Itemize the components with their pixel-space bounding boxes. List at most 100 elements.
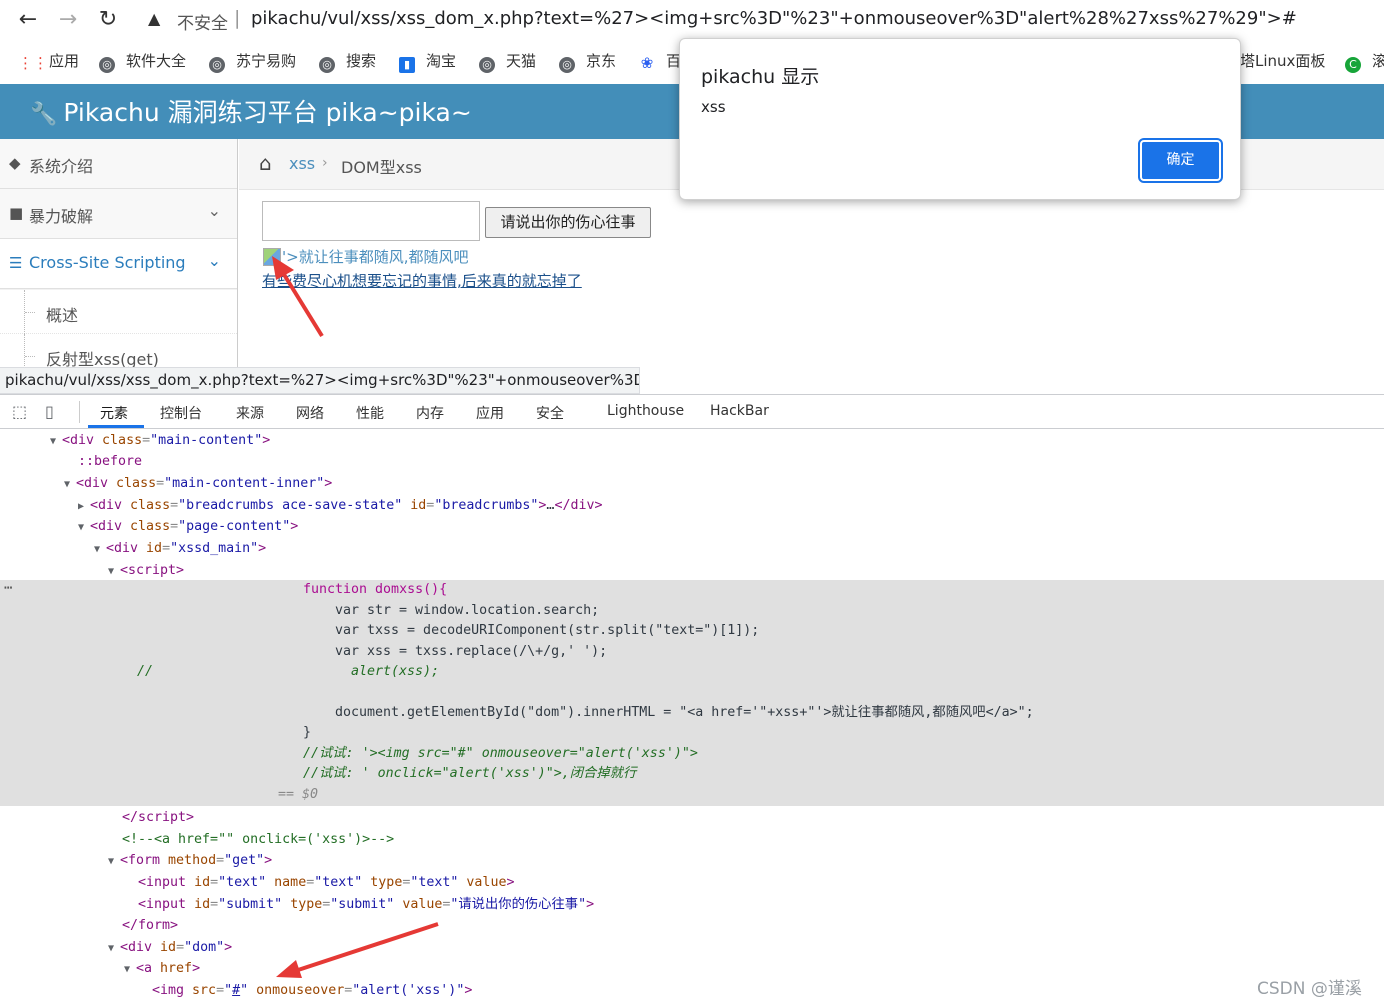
back-arrow-icon[interactable]: ← — [14, 6, 42, 34]
attr-value: text — [322, 875, 355, 890]
attr-value: dom — [192, 940, 217, 955]
bookmark-item[interactable]: ◎ 天猫 — [479, 50, 536, 73]
dom-node-input-submit[interactable]: <input id="submit" type="submit" value="… — [0, 894, 1384, 915]
expand-triangle-icon[interactable]: ▼ — [78, 517, 90, 538]
home-icon[interactable]: ⌂ — [259, 151, 272, 175]
js-line: //试试: ' onclick="alert('xss')">,闭合掉就行 — [0, 764, 1384, 784]
expand-triangle-icon[interactable]: ▼ — [94, 539, 106, 560]
tab-hackbar[interactable]: HackBar — [710, 403, 769, 419]
bookmark-item[interactable]: C滚 — [1345, 50, 1384, 73]
app-title-text: Pikachu 漏洞练习平台 pika~pika~ — [63, 98, 472, 127]
warning-icon[interactable]: ▲ — [148, 9, 160, 28]
attr-value[interactable]: # — [232, 983, 240, 998]
tab-network[interactable]: 网络 — [296, 403, 324, 423]
device-toolbar-icon[interactable]: ▯ — [45, 402, 54, 421]
bookmark-item[interactable]: ◎ 搜索 — [319, 50, 376, 73]
tab-console[interactable]: 控制台 — [160, 403, 202, 423]
selected-script-node[interactable]: ⋯ function domxss(){ var str = window.lo… — [0, 580, 1384, 806]
attr-value: breadcrumbs — [442, 498, 531, 513]
attr-value: text — [418, 875, 451, 890]
inspect-element-icon[interactable]: ⬚ — [12, 402, 27, 421]
tab-application[interactable]: 应用 — [476, 403, 504, 423]
tag-icon: ◆ — [9, 154, 21, 172]
address-bar[interactable]: pikachu/vul/xss/xss_dom_x.php?text=%27><… — [251, 8, 1297, 29]
dom-node-div-dom[interactable]: ▼ <div id="dom"> — [0, 937, 1384, 958]
js-line: var str = window.location.search; — [0, 601, 1384, 621]
dom-tree: ▼ <div class="main-content"> ::before ▼ <d… — [0, 429, 1384, 1006]
wrench-icon: 🔧 — [30, 102, 58, 127]
dom-node-page-content[interactable]: ▼ <div class="page-content"> — [0, 516, 1384, 537]
dom-node-form-close[interactable]: </form> — [0, 915, 1384, 936]
js-line: // alert(xss); — [0, 662, 1384, 682]
bookmark-item[interactable]: ◎ 软件大全 — [99, 50, 186, 73]
expand-triangle-icon[interactable]: ▼ — [108, 851, 120, 872]
dom-link-secondary[interactable]: 有些费尽心机想要忘记的事情,后来真的就忘掉了 — [262, 270, 582, 291]
submit-button[interactable]: 请说出你的伤心往事 — [485, 207, 651, 238]
tab-security[interactable]: 安全 — [536, 403, 564, 423]
dom-node-main-content-inner[interactable]: ▼ <div class="main-content-inner"> — [0, 473, 1384, 494]
bookmark-item[interactable]: ❀ 百 — [639, 50, 681, 72]
dom-node-script-close[interactable]: </script> — [0, 807, 1384, 828]
js-line: function domxss(){ — [0, 580, 1384, 600]
bookmark-label: 苏宁易购 — [236, 52, 297, 70]
sidebar-item-xss[interactable]: ☰ Cross-Site Scripting ⌄ — [0, 239, 237, 289]
insecure-label[interactable]: 不安全 — [177, 9, 228, 34]
sidebar-item-label: Cross-Site Scripting — [29, 253, 186, 272]
alert-message: xss — [701, 98, 726, 116]
dom-node-form[interactable]: ▼ <form method="get"> — [0, 850, 1384, 871]
sidebar-item-bruteforce[interactable]: ■ 暴力破解 ⌄ — [0, 189, 237, 239]
dom-node-main-content[interactable]: ▼ <div class="main-content"> — [0, 430, 1384, 451]
collapse-triangle-icon[interactable]: ▶ — [78, 496, 90, 517]
dom-node-before[interactable]: ::before — [0, 451, 1384, 472]
globe-icon: ◎ — [209, 57, 225, 73]
bookmark-item[interactable]: 塔Linux面板 — [1240, 50, 1325, 72]
alert-title: pikachu 显示 — [701, 66, 820, 88]
js-comment: // — [137, 664, 154, 679]
chevron-down-icon: ⌄ — [207, 251, 221, 270]
expand-triangle-icon[interactable]: ▼ — [64, 474, 76, 495]
chevron-down-icon: ⌄ — [207, 201, 221, 220]
tab-performance[interactable]: 性能 — [356, 403, 384, 423]
expand-triangle-icon[interactable]: ▼ — [108, 561, 120, 582]
dom-node-breadcrumbs[interactable]: ▶ <div class="breadcrumbs ace-save-state"… — [0, 495, 1384, 516]
attr-value: text — [226, 875, 259, 890]
tab-elements[interactable]: 元素 — [100, 403, 128, 423]
js-text: document.getElementById("dom").innerHTML… — [335, 705, 1034, 720]
dom-link[interactable]: '>就让往事都随风,都随风吧 — [282, 246, 468, 267]
bookmark-item[interactable]: ◎ 京东 — [559, 50, 617, 73]
sidebar-item-intro[interactable]: ◆ 系统介绍 — [0, 139, 237, 189]
tab-lighthouse[interactable]: Lighthouse — [607, 403, 684, 419]
dom-node-a[interactable]: ▼ <a href> — [0, 958, 1384, 979]
devtools-panel: ⬚ ▯ 元素 控制台 来源 网络 性能 内存 应用 安全 Lighthouse … — [0, 394, 1384, 1005]
expand-triangle-icon[interactable]: ▼ — [50, 431, 62, 452]
submenu-item-label: 概述 — [46, 306, 79, 325]
forward-arrow-icon[interactable]: → — [54, 6, 82, 34]
js-comment: //试试: '><img src="#" onmouseover="alert(… — [303, 746, 698, 761]
dom-node-img[interactable]: <img src="#" onmouseover="alert('xss')"> — [0, 980, 1384, 1001]
breadcrumb-xss-link[interactable]: xss — [289, 154, 315, 173]
submenu-item-reflected-xss[interactable]: 反射型xss(get) — [0, 334, 237, 368]
dom-node-input-text[interactable]: <input id="text" name="text" type="text"… — [0, 872, 1384, 893]
bookmark-item[interactable]: ◎ 苏宁易购 — [209, 50, 297, 73]
attr-value: main-content — [158, 433, 255, 448]
bookmark-apps[interactable]: ⋮⋮应用 — [18, 50, 79, 72]
reload-icon[interactable]: ↻ — [94, 6, 122, 34]
bookmark-label: 京东 — [586, 52, 617, 70]
text-input[interactable] — [262, 201, 480, 241]
broken-image-icon[interactable] — [263, 248, 281, 266]
dom-node-xssd-main[interactable]: ▼ <div id="xssd_main"> — [0, 538, 1384, 559]
tab-memory[interactable]: 内存 — [416, 403, 444, 423]
baidu-paw-icon: ❀ — [640, 54, 654, 72]
bookmark-item[interactable]: ▮ 淘宝 — [399, 50, 456, 73]
expand-triangle-icon[interactable]: ▼ — [108, 938, 120, 959]
submenu-item-label: 反射型xss(get) — [46, 350, 159, 368]
expand-triangle-icon[interactable]: ▼ — [124, 959, 136, 980]
tab-sources[interactable]: 来源 — [236, 403, 264, 423]
submenu-item-overview[interactable]: 概述 — [0, 290, 237, 334]
watermark: CSDN @谨溪 — [1257, 979, 1362, 999]
alert-ok-button[interactable]: 确定 — [1138, 138, 1223, 183]
dom-node-script[interactable]: ▼ <script> — [0, 560, 1384, 581]
dom-node-comment[interactable]: <!--<a href="" onclick=('xss')>--> — [0, 829, 1384, 850]
selected-marker: == $0 — [278, 787, 319, 802]
app-title[interactable]: 🔧 Pikachu 漏洞练习平台 pika~pika~ — [30, 93, 472, 129]
